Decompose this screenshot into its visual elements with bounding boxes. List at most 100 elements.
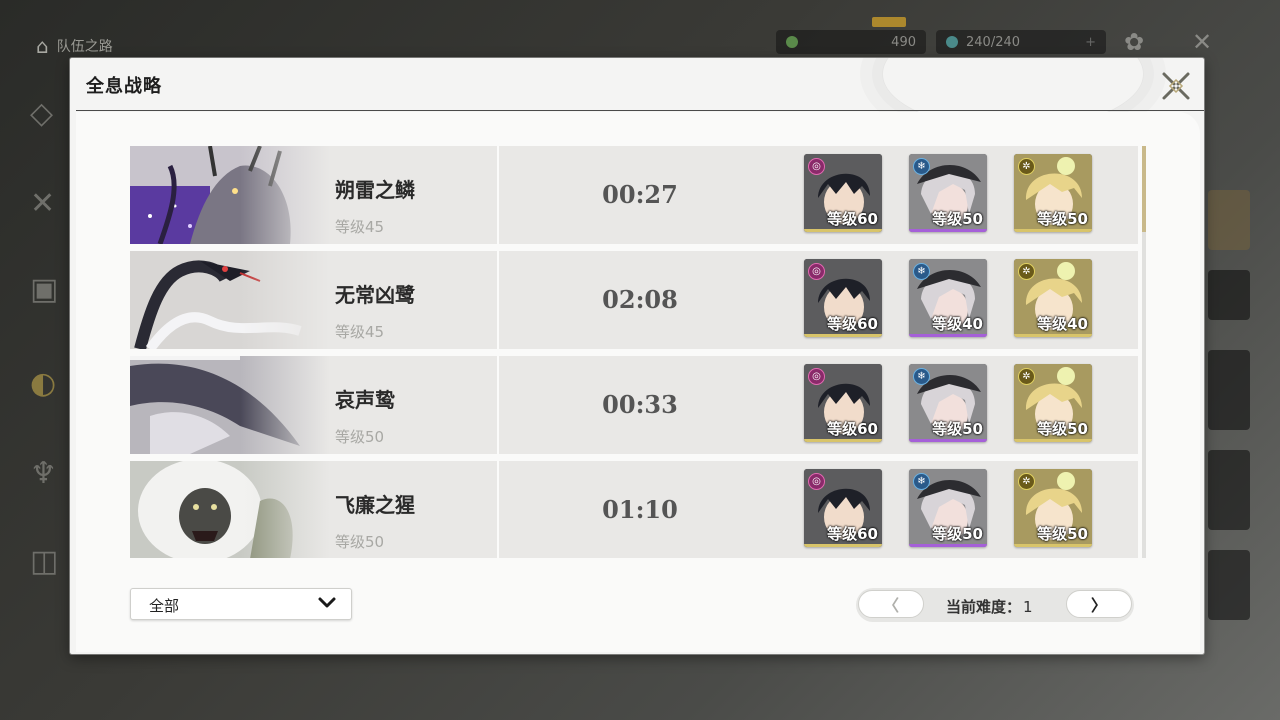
- prev-difficulty-button[interactable]: 〈: [858, 590, 924, 618]
- row-divider: [497, 461, 499, 558]
- team-lineup: ◎ 等级60 ❄ 等级50 ✲ 等级50: [804, 364, 1092, 442]
- close-button[interactable]: [1158, 68, 1194, 104]
- spectro-swirl-icon: ◎: [808, 473, 825, 490]
- side-icon-3: ▣: [30, 272, 59, 307]
- character-level: 等级50: [1037, 525, 1088, 543]
- character-card[interactable]: ◎ 等级60: [804, 364, 882, 442]
- side-icon-5: ♆: [30, 456, 57, 491]
- character-card[interactable]: ❄ 等级50: [909, 154, 987, 232]
- character-card[interactable]: ❄ 等级40: [909, 259, 987, 337]
- home-breadcrumb: ⌂ 队伍之路: [36, 34, 113, 58]
- clear-time: 02:08: [602, 285, 678, 314]
- character-card[interactable]: ❄ 等级50: [909, 469, 987, 547]
- rarity-bar: [909, 544, 987, 547]
- resource-a: 490: [776, 30, 926, 54]
- close-icon: [1162, 72, 1190, 100]
- resource-b-icon: [946, 36, 958, 48]
- character-card[interactable]: ✲ 等级50: [1014, 364, 1092, 442]
- settings-icon: ✿: [1124, 28, 1145, 56]
- character-card[interactable]: ◎ 等级60: [804, 154, 882, 232]
- title-divider: [76, 110, 1204, 111]
- boss-name: 飞廉之猩: [335, 493, 415, 517]
- rarity-bar: [1014, 439, 1092, 442]
- character-level: 等级60: [827, 210, 878, 228]
- difficulty-pager: 〈 当前难度： 1 〉: [856, 588, 1134, 622]
- side-icon-4: ◐: [30, 366, 57, 401]
- home-icon: ⌂: [36, 34, 49, 58]
- resource-b-add-icon: +: [1085, 34, 1096, 50]
- boss-name: 无常凶鹭: [335, 283, 415, 307]
- character-card[interactable]: ◎ 等级60: [804, 469, 882, 547]
- side-icon-6: ◫: [30, 544, 59, 579]
- difficulty-label: 当前难度： 1: [946, 596, 1033, 617]
- spectro-swirl-icon: ◎: [808, 368, 825, 385]
- boss-portrait: [130, 461, 330, 558]
- boss-row[interactable]: 无常凶鹭 等级45 02:08 ◎ 等级60 ❄ 等级40 ✲ 等级40: [130, 251, 1138, 349]
- character-level: 等级40: [932, 315, 983, 333]
- chevron-right-icon: 〉: [1090, 596, 1107, 615]
- team-lineup: ◎ 等级60 ❄ 等级50 ✲ 等级50: [804, 469, 1092, 547]
- glacio-snowflake-icon: ❄: [913, 158, 930, 175]
- row-divider: [497, 356, 499, 454]
- rarity-bar: [804, 544, 882, 547]
- character-card[interactable]: ◎ 等级60: [804, 259, 882, 337]
- strategy-modal: 全息战略 朔雷之鳞 等级45 00:27 ◎ 等级60 ❄ 等级50 ✲ 等级5…: [70, 58, 1204, 654]
- character-card[interactable]: ❄ 等级50: [909, 364, 987, 442]
- boss-list: 朔雷之鳞 等级45 00:27 ◎ 等级60 ❄ 等级50 ✲ 等级50 无常凶…: [130, 146, 1138, 558]
- side-icon-2: ✕: [30, 186, 56, 221]
- rarity-bar: [1014, 544, 1092, 547]
- boss-info: 哀声鸷 等级50: [335, 356, 495, 454]
- resource-a-value: 490: [891, 34, 916, 50]
- clear-time: 00:33: [602, 390, 678, 419]
- character-card[interactable]: ✲ 等级50: [1014, 154, 1092, 232]
- character-card[interactable]: ✲ 等级40: [1014, 259, 1092, 337]
- rarity-bar: [909, 229, 987, 232]
- character-level: 等级60: [827, 525, 878, 543]
- resource-b-value: 240/240: [966, 34, 1021, 50]
- sun-gear-icon: ✲: [1018, 368, 1035, 385]
- glacio-snowflake-icon: ❄: [913, 473, 930, 490]
- rarity-bar: [1014, 229, 1092, 232]
- side-panel-1: [1208, 190, 1250, 250]
- clear-time: 00:27: [602, 180, 678, 209]
- rarity-bar: [909, 439, 987, 442]
- character-level: 等级60: [827, 315, 878, 333]
- glacio-snowflake-icon: ❄: [913, 368, 930, 385]
- boss-info: 无常凶鹭 等级45: [335, 251, 495, 349]
- spectro-swirl-icon: ◎: [808, 263, 825, 280]
- character-card[interactable]: ✲ 等级50: [1014, 469, 1092, 547]
- sun-gear-icon: ✲: [1018, 158, 1035, 175]
- team-lineup: ◎ 等级60 ❄ 等级40 ✲ 等级40: [804, 259, 1092, 337]
- character-level: 等级40: [1037, 315, 1088, 333]
- character-level: 等级50: [1037, 420, 1088, 438]
- boss-level: 等级50: [335, 533, 385, 551]
- scrollbar-thumb[interactable]: [1142, 146, 1146, 232]
- rarity-bar: [804, 334, 882, 337]
- character-level: 等级50: [1037, 210, 1088, 228]
- boss-portrait: [130, 251, 330, 349]
- boss-row[interactable]: 哀声鸷 等级50 00:33 ◎ 等级60 ❄ 等级50 ✲ 等级50: [130, 356, 1138, 454]
- side-icon-1: ◇: [30, 96, 54, 131]
- row-divider: [497, 146, 499, 244]
- character-level: 等级50: [932, 420, 983, 438]
- spectro-swirl-icon: ◎: [808, 158, 825, 175]
- list-scrollbar[interactable]: [1142, 146, 1146, 558]
- boss-info: 飞廉之猩 等级50: [335, 461, 495, 558]
- next-difficulty-button[interactable]: 〉: [1066, 590, 1132, 618]
- filter-selected-label: 全部: [149, 597, 180, 615]
- filter-dropdown[interactable]: 全部: [130, 588, 352, 620]
- rarity-bar: [804, 439, 882, 442]
- boss-row[interactable]: 朔雷之鳞 等级45 00:27 ◎ 等级60 ❄ 等级50 ✲ 等级50: [130, 146, 1138, 244]
- character-level: 等级50: [932, 525, 983, 543]
- glacio-snowflake-icon: ❄: [913, 263, 930, 280]
- character-level: 等级60: [827, 420, 878, 438]
- resource-badge: [872, 17, 906, 27]
- modal-title: 全息战略: [86, 76, 162, 97]
- side-panel-5: [1208, 550, 1250, 620]
- bg-close-icon: ✕: [1192, 28, 1213, 56]
- clear-time: 01:10: [602, 495, 678, 524]
- chevron-down-icon: [318, 597, 336, 608]
- boss-row[interactable]: 飞廉之猩 等级50 01:10 ◎ 等级60 ❄ 等级50 ✲ 等级50: [130, 461, 1138, 558]
- team-lineup: ◎ 等级60 ❄ 等级50 ✲ 等级50: [804, 154, 1092, 232]
- resource-b: 240/240 +: [936, 30, 1106, 54]
